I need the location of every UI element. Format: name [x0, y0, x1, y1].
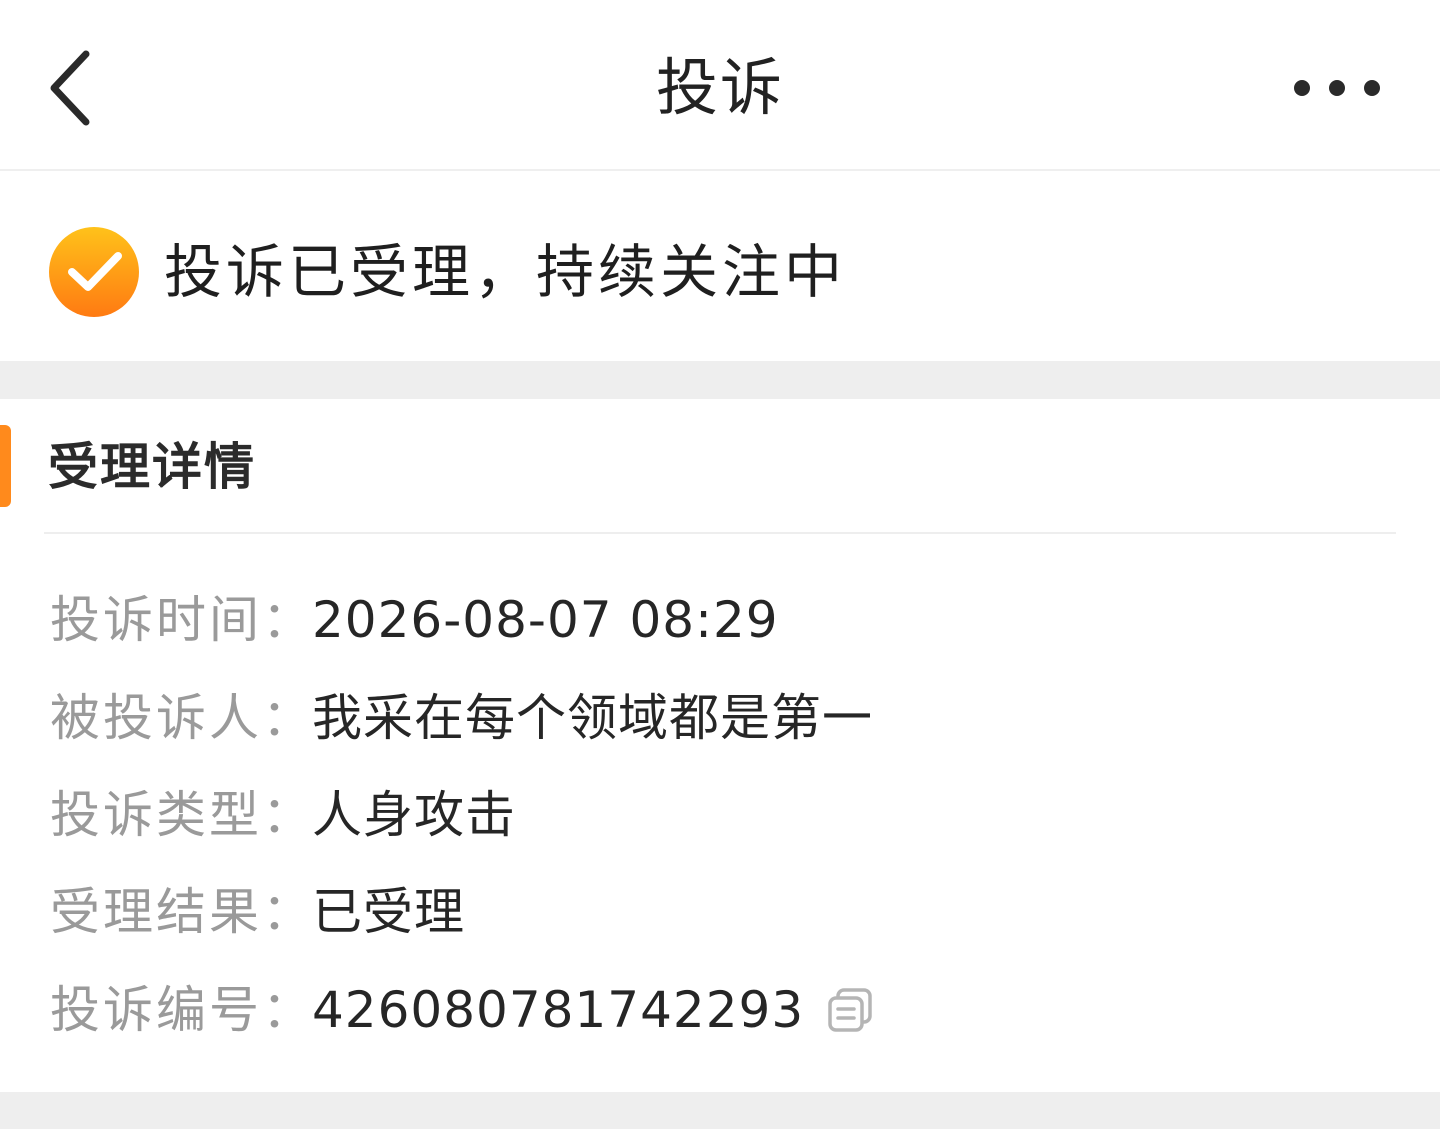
nav-bar: 投诉: [0, 0, 1440, 171]
complaint-detail-page: 投诉 投诉已受理，持续关注中 受理详情 投诉时间： 2026-08-07 08:…: [0, 0, 1440, 1129]
more-menu-button[interactable]: [1282, 56, 1392, 120]
details-card: 受理详情 投诉时间： 2026-08-07 08:29 被投诉人： 我采在每个领…: [0, 399, 1440, 1092]
detail-label: 被投诉人：: [50, 689, 315, 747]
detail-row-complaint-time: 投诉时间： 2026-08-07 08:29: [50, 585, 779, 655]
copy-icon: [828, 988, 872, 1032]
detail-label: 投诉类型：: [50, 786, 315, 844]
detail-row-complaint-type: 投诉类型： 人身攻击: [50, 780, 516, 850]
detail-row-complaint-id: 投诉编号： 426080781742293: [50, 975, 874, 1045]
copy-button[interactable]: [826, 986, 874, 1034]
detail-value: 人身攻击: [312, 786, 516, 844]
more-horizontal-icon: [1294, 80, 1310, 96]
detail-label: 受理结果：: [50, 883, 315, 941]
status-banner: 投诉已受理，持续关注中: [0, 171, 1440, 361]
detail-value: 2026-08-07 08:29: [312, 591, 779, 649]
check-circle-icon: [49, 227, 139, 317]
detail-label: 投诉时间：: [50, 591, 315, 649]
complaint-id-value[interactable]: 426080781742293: [312, 975, 804, 1045]
detail-row-respondent: 被投诉人： 我采在每个领域都是第一: [50, 683, 873, 753]
more-dot: [1364, 80, 1380, 96]
detail-label: 投诉编号：: [50, 981, 315, 1039]
page-title: 投诉: [655, 51, 784, 124]
section-accent-bar: [0, 425, 11, 507]
divider: [44, 532, 1396, 534]
section-title: 受理详情: [48, 438, 256, 496]
detail-value: 我采在每个领域都是第一: [312, 689, 873, 747]
status-text: 投诉已受理，持续关注中: [164, 238, 847, 306]
section-divider: [0, 1092, 1440, 1129]
more-dot: [1329, 80, 1345, 96]
section-divider: [0, 361, 1440, 399]
detail-row-result: 受理结果： 已受理: [50, 877, 465, 947]
detail-value: 已受理: [312, 883, 465, 941]
